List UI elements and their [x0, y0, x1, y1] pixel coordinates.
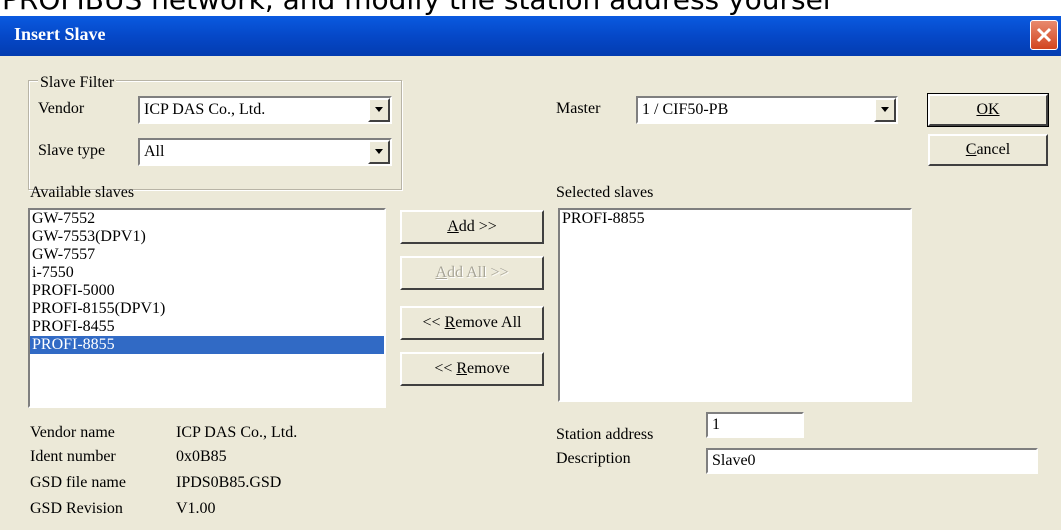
gsd-file-name-value: IPDS0B85.GSD	[176, 474, 282, 491]
add-button[interactable]: Add >>	[400, 210, 544, 244]
description-input[interactable]: Slave0	[706, 448, 1038, 474]
list-item[interactable]: i-7550	[30, 264, 384, 282]
add-all-label: Add All >>	[435, 264, 509, 281]
description-label: Description	[556, 450, 631, 467]
ident-number-value: 0x0B85	[176, 448, 227, 465]
remove-label: << Remove	[434, 360, 510, 377]
chevron-down-icon	[375, 149, 383, 154]
slave-type-combobox[interactable]: All	[138, 138, 392, 166]
slave-type-value: All	[144, 143, 165, 160]
close-button[interactable]	[1030, 20, 1058, 50]
slave-type-dropdown-button[interactable]	[368, 140, 390, 164]
cancel-button[interactable]: Cancel	[928, 134, 1048, 166]
add-all-button[interactable]: Add All >>	[400, 256, 544, 290]
list-item[interactable]: PROFI-8855	[560, 210, 910, 228]
list-item[interactable]: PROFI-8155(DPV1)	[30, 300, 384, 318]
list-item[interactable]: GW-7557	[30, 246, 384, 264]
master-value: 1 / CIF50-PB	[642, 101, 729, 118]
insert-slave-dialog: Insert Slave Slave Filter Vendor ICP DAS…	[0, 16, 1061, 530]
vendor-name-label: Vendor name	[30, 424, 115, 441]
gsd-revision-value: V1.00	[176, 500, 216, 517]
list-item[interactable]: GW-7553(DPV1)	[30, 228, 384, 246]
list-item[interactable]: PROFI-8855	[30, 336, 384, 354]
available-slaves-list[interactable]: GW-7552 GW-7553(DPV1) GW-7557 i-7550 PROFI-5…	[28, 208, 386, 408]
slave-type-label: Slave type	[38, 142, 106, 159]
available-slaves-label: Available slaves	[30, 184, 135, 201]
station-address-input[interactable]: 1	[706, 412, 804, 438]
add-label: Add >>	[447, 218, 497, 235]
list-item[interactable]: PROFI-5000	[30, 282, 384, 300]
list-item[interactable]: PROFI-8455	[30, 318, 384, 336]
vendor-name-value: ICP DAS Co., Ltd.	[176, 424, 298, 441]
vendor-label: Vendor	[38, 100, 85, 117]
master-dropdown-button[interactable]	[874, 98, 896, 122]
vendor-combobox[interactable]: ICP DAS Co., Ltd.	[138, 96, 392, 124]
title-bar: Insert Slave	[0, 16, 1061, 56]
ok-button[interactable]: OK	[927, 93, 1049, 127]
remove-all-label: << Remove All	[422, 314, 522, 331]
master-label: Master	[556, 100, 601, 117]
cancel-label: Cancel	[965, 141, 1011, 158]
selected-slaves-label: Selected slaves	[556, 184, 654, 201]
chevron-down-icon	[881, 107, 889, 112]
master-combobox[interactable]: 1 / CIF50-PB	[636, 96, 898, 124]
chevron-down-icon	[375, 107, 383, 112]
selected-slaves-list[interactable]: PROFI-8855	[558, 208, 912, 402]
remove-button[interactable]: << Remove	[400, 352, 544, 386]
close-icon	[1036, 27, 1052, 43]
window-title: Insert Slave	[14, 24, 106, 44]
remove-all-button[interactable]: << Remove All	[400, 306, 544, 340]
vendor-value: ICP DAS Co., Ltd.	[144, 101, 266, 118]
vendor-dropdown-button[interactable]	[368, 98, 390, 122]
ident-number-label: Ident number	[30, 448, 116, 465]
gsd-revision-label: GSD Revision	[30, 500, 123, 517]
list-item[interactable]: GW-7552	[30, 210, 384, 228]
station-address-label: Station address	[556, 426, 654, 443]
ok-label: OK	[976, 101, 1000, 118]
gsd-file-name-label: GSD file name	[30, 474, 126, 491]
slave-filter-label: Slave Filter	[38, 74, 117, 92]
background-document-text: PROFIBUS network, and modify the station…	[0, 0, 1061, 16]
